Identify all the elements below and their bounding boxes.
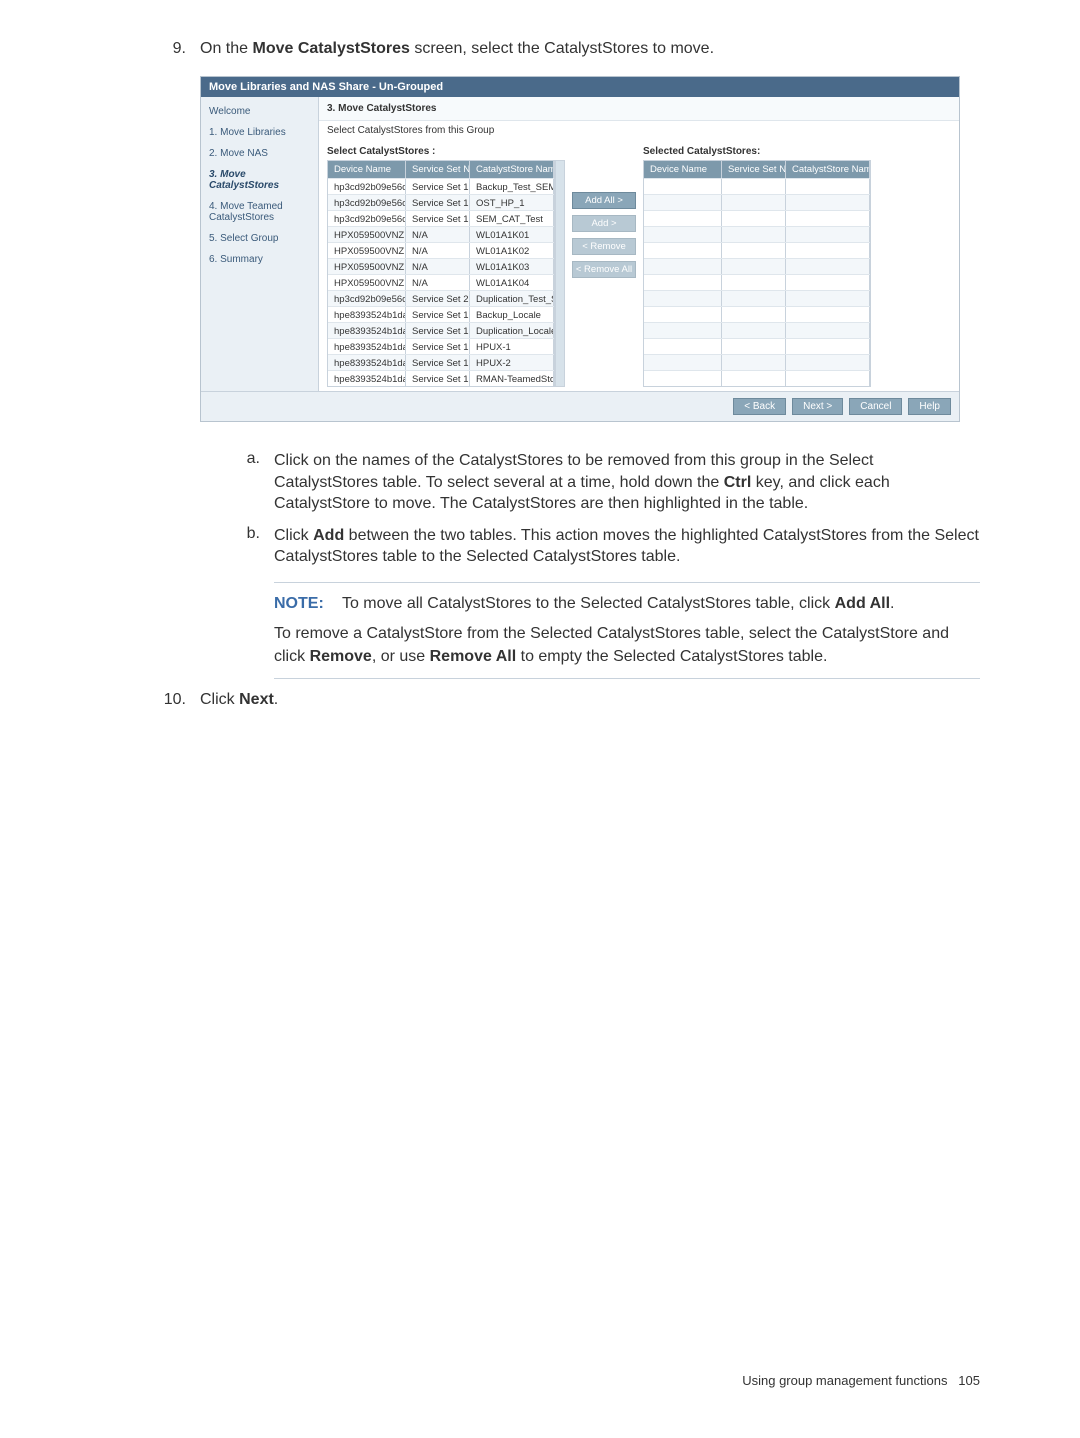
wizard-footer: < Back Next > Cancel Help: [201, 391, 959, 421]
back-button[interactable]: < Back: [733, 398, 786, 415]
table-row[interactable]: [644, 338, 870, 354]
col-service-r: Service Set Name: [722, 161, 786, 178]
wizard-step-item[interactable]: 1. Move Libraries: [201, 122, 318, 143]
scrollbar[interactable]: [555, 160, 565, 387]
table-row[interactable]: hp3cd92b09e56cService Set 2Duplication_T…: [328, 290, 554, 306]
add-button[interactable]: Add >: [572, 215, 636, 232]
table-row[interactable]: HPX059500VNZN/AWL01A1K03: [328, 258, 554, 274]
wizard-step-item[interactable]: 4. Move Teamed CatalystStores: [201, 196, 318, 228]
col-catalyst: CatalystStore Name: [470, 161, 554, 178]
add-all-button[interactable]: Add All >: [572, 192, 636, 209]
wizard-step-item[interactable]: Welcome: [201, 101, 318, 122]
table-row[interactable]: [644, 354, 870, 370]
selected-table-header: Device Name Service Set Name CatalystSto…: [644, 161, 870, 178]
step-10-text: Click Next.: [200, 691, 980, 709]
wizard-title: Move Libraries and NAS Share - Un-Groupe…: [201, 77, 959, 97]
wizard-step-item[interactable]: 2. Move NAS: [201, 143, 318, 164]
note-block: NOTE: To move all CatalystStores to the …: [274, 582, 980, 679]
table-row[interactable]: [644, 258, 870, 274]
step-9-num: 9.: [160, 40, 200, 58]
table-row[interactable]: [644, 290, 870, 306]
table-row[interactable]: [644, 178, 870, 194]
table-row[interactable]: hpe8393524b1daService Set 1HPUX-2: [328, 354, 554, 370]
col-device-r: Device Name: [644, 161, 722, 178]
table-row[interactable]: [644, 274, 870, 290]
selected-table: Device Name Service Set Name CatalystSto…: [643, 160, 871, 387]
table-row[interactable]: [644, 226, 870, 242]
wizard-subtitle: Select CatalystStores from this Group: [319, 121, 959, 140]
table-row[interactable]: [644, 210, 870, 226]
selected-label: Selected CatalystStores:: [643, 146, 871, 160]
table-row[interactable]: hpe8393524b1daService Set 1Backup_Locale: [328, 306, 554, 322]
substep-b: b. Click Add between the two tables. Thi…: [240, 525, 980, 568]
substep-a: a. Click on the names of the CatalystSto…: [240, 450, 980, 515]
table-row[interactable]: [644, 194, 870, 210]
table-row[interactable]: [644, 370, 870, 386]
col-service: Service Set Name: [406, 161, 470, 178]
wizard-heading: 3. Move CatalystStores: [319, 97, 959, 121]
selected-catalyststores-panel: Selected CatalystStores: Device Name Ser…: [643, 146, 871, 387]
help-button[interactable]: Help: [908, 398, 951, 415]
select-catalyststores-panel: Select CatalystStores : Device Name Serv…: [327, 146, 565, 387]
page-footer: Using group management functions 105: [742, 1373, 980, 1388]
wizard-step-item[interactable]: 5. Select Group: [201, 228, 318, 249]
cancel-button[interactable]: Cancel: [849, 398, 902, 415]
transfer-buttons: Add All > Add > < Remove < Remove All: [571, 146, 637, 278]
wizard-step-sidebar: Welcome1. Move Libraries2. Move NAS3. Mo…: [201, 97, 319, 391]
wizard-step-item[interactable]: 3. Move CatalystStores: [201, 164, 318, 196]
table-row[interactable]: [644, 322, 870, 338]
table-row[interactable]: [644, 306, 870, 322]
wizard-dialog: Move Libraries and NAS Share - Un-Groupe…: [200, 76, 960, 422]
table-row[interactable]: hp3cd92b09e56cService Set 1OST_HP_1: [328, 194, 554, 210]
step-10-num: 10.: [160, 691, 200, 709]
table-row[interactable]: HPX059500VNZN/AWL01A1K04: [328, 274, 554, 290]
select-table-header: Device Name Service Set Name CatalystSto…: [328, 161, 554, 178]
table-row[interactable]: HPX059500VNZN/AWL01A1K01: [328, 226, 554, 242]
wizard-step-item[interactable]: 6. Summary: [201, 249, 318, 270]
wizard-main: 3. Move CatalystStores Select CatalystSt…: [319, 97, 959, 391]
table-row[interactable]: hpe8393524b1daService Set 1HPUX-1: [328, 338, 554, 354]
note-label: NOTE:: [274, 595, 324, 612]
step-9: 9. On the Move CatalystStores screen, se…: [160, 40, 980, 58]
step-10: 10. Click Next.: [160, 691, 980, 709]
table-row[interactable]: hpe8393524b1daService Set 1Duplication_L…: [328, 322, 554, 338]
table-row[interactable]: [644, 242, 870, 258]
remove-button[interactable]: < Remove: [572, 238, 636, 255]
remove-all-button[interactable]: < Remove All: [572, 261, 636, 278]
step-9-text: On the Move CatalystStores screen, selec…: [200, 40, 980, 58]
table-row[interactable]: hp3cd92b09e56cService Set 1Backup_Test_S…: [328, 178, 554, 194]
table-row[interactable]: hpe8393524b1daService Set 1RMAN-TeamedSt…: [328, 370, 554, 386]
table-row[interactable]: hp3cd92b09e56cService Set 1SEM_CAT_Test: [328, 210, 554, 226]
table-row[interactable]: HPX059500VNZN/AWL01A1K02: [328, 242, 554, 258]
select-label: Select CatalystStores :: [327, 146, 565, 160]
col-catalyst-r: CatalystStore Name: [786, 161, 870, 178]
next-button[interactable]: Next >: [792, 398, 843, 415]
select-table: Device Name Service Set Name CatalystSto…: [327, 160, 555, 387]
col-device: Device Name: [328, 161, 406, 178]
